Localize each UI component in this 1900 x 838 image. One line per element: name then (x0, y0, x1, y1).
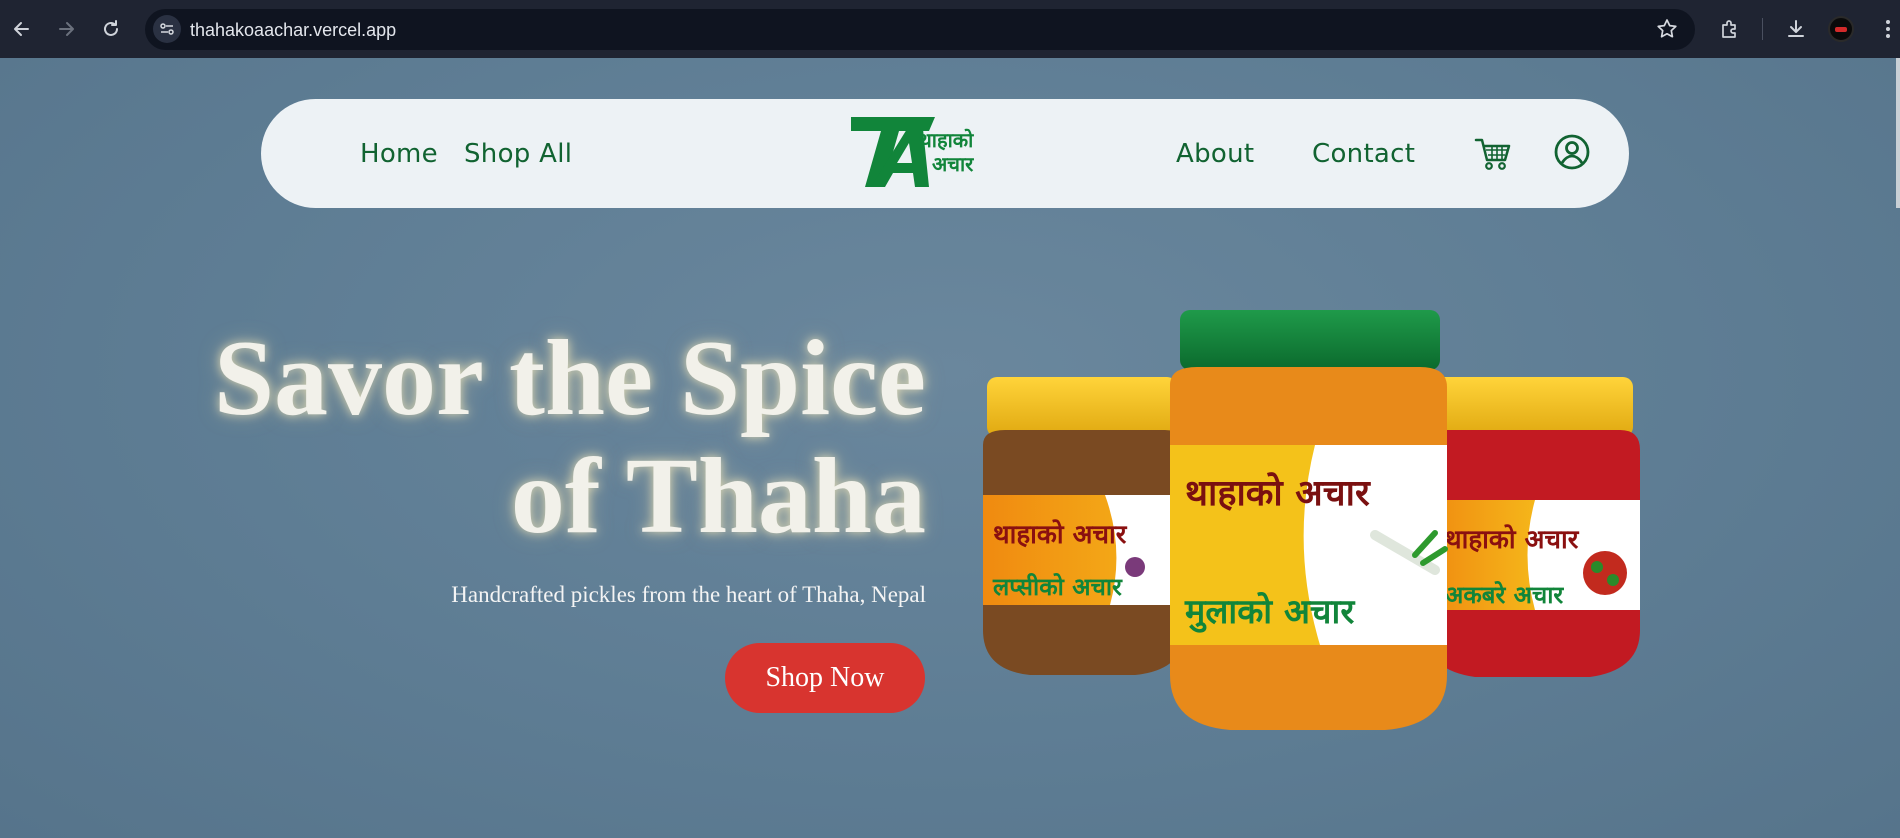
profile-avatar[interactable] (1828, 16, 1854, 42)
svg-text:लप्सीको अचार: लप्सीको अचार (992, 573, 1123, 601)
nav-home[interactable]: Home (360, 139, 438, 169)
hero-title-line-2: of Thaha (510, 437, 926, 556)
svg-text:अचार: अचार (932, 152, 974, 176)
menu-icon[interactable] (1873, 14, 1900, 44)
product-jars-image: थाहाको अचार लप्सीको अचार थाहाको अचार अकब… (983, 310, 1640, 730)
shop-now-button[interactable]: Shop Now (725, 643, 925, 713)
extensions-icon[interactable] (1715, 14, 1745, 44)
svg-text:मुलाको अचार: मुलाको अचार (1184, 591, 1355, 633)
bookmark-star-icon[interactable] (1655, 17, 1679, 41)
site-header: Home Shop All थाहाको अचार About Contact (261, 99, 1629, 208)
svg-text:थाहाको अचार: थाहाको अचार (1185, 472, 1371, 514)
jar-akabare: थाहाको अचार अकबरे अचार (1425, 377, 1640, 677)
svg-text:अकबरे अचार: अकबरे अचार (1445, 581, 1564, 609)
forward-icon[interactable] (51, 14, 81, 44)
scrollbar[interactable] (1896, 58, 1900, 208)
site-info-icon[interactable] (153, 15, 181, 43)
hero-title: Savor the Spice of Thaha (120, 320, 926, 556)
url-text[interactable]: thahakoaachar.vercel.app (190, 20, 396, 41)
svg-text:थाहाको: थाहाको (919, 128, 974, 152)
browser-toolbar: thahakoaachar.vercel.app (0, 0, 1900, 58)
nav-contact[interactable]: Contact (1312, 139, 1415, 169)
back-icon[interactable] (7, 14, 37, 44)
svg-text:थाहाको अचार: थाहाको अचार (993, 519, 1128, 550)
cart-icon[interactable] (1474, 135, 1512, 173)
site-logo[interactable]: थाहाको अचार (849, 115, 989, 191)
nav-shop-all[interactable]: Shop All (464, 139, 572, 169)
hero-subtitle: Handcrafted pickles from the heart of Th… (451, 582, 926, 607)
nav-about[interactable]: About (1176, 139, 1254, 169)
address-bar[interactable]: thahakoaachar.vercel.app (145, 9, 1695, 50)
svg-text:थाहाको अचार: थाहाको अचार (1445, 524, 1580, 555)
toolbar-divider (1762, 18, 1763, 40)
user-icon[interactable] (1554, 134, 1590, 170)
download-icon[interactable] (1781, 14, 1811, 44)
jar-lapsi: थाहाको अचार लप्सीको अचार (983, 377, 1185, 675)
hero-title-line-1: Savor the Spice (213, 319, 926, 438)
jar-mula: थाहाको अचार मुलाको अचार (1170, 310, 1448, 730)
reload-icon[interactable] (96, 14, 126, 44)
